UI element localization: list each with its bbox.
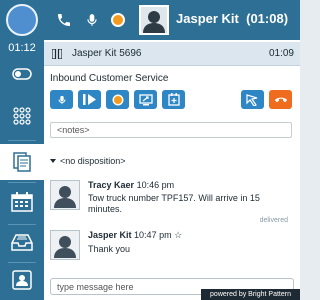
- powered-by-footer: powered by Bright Pattern: [201, 289, 300, 300]
- agent-name: Jasper Kit: [176, 11, 239, 26]
- message-time: 10:46 pm: [136, 180, 175, 190]
- dialpad-icon: [13, 107, 31, 125]
- sidebar-item-documents[interactable]: [0, 144, 44, 180]
- microphone-icon: [58, 95, 65, 104]
- agent-status-indicator[interactable]: [6, 4, 38, 36]
- hold-button[interactable]: [78, 90, 101, 109]
- sidebar-time: 01:12: [8, 42, 36, 54]
- sidebar-item-inbox[interactable]: [0, 224, 44, 260]
- sidebar-divider: [8, 140, 36, 141]
- transfer-button[interactable]: [241, 90, 264, 109]
- add-calendar-icon: [167, 93, 180, 106]
- chat-message: Jasper Kit 10:47 pm ☆ Thank you: [50, 230, 292, 264]
- message-text: Thank you: [88, 244, 131, 254]
- phone-icon[interactable]: [54, 10, 74, 30]
- hangup-icon: [274, 97, 287, 102]
- message-sender: Tracy Kaer: [88, 180, 135, 190]
- user-silhouette-icon: [143, 11, 165, 33]
- documents-icon: [13, 152, 31, 172]
- contact-card-icon: [12, 270, 32, 290]
- inbox-icon: [11, 234, 33, 251]
- service-queue: Inbound Customer Service: [50, 73, 169, 84]
- message-sender: Jasper Kit: [88, 230, 132, 240]
- sidebar-item-dialpad[interactable]: [0, 98, 44, 134]
- message-time: 10:47 pm: [134, 230, 172, 240]
- message-header: Jasper Kit 10:47 pm ☆: [88, 230, 292, 241]
- chat-message: Tracy Kaer 10:46 pm Tow truck number TPF…: [50, 180, 292, 226]
- message-body: Tracy Kaer 10:46 pm Tow truck number TPF…: [88, 180, 292, 215]
- message-header: Tracy Kaer 10:46 pm: [88, 180, 292, 190]
- notes-field[interactable]: <notes>: [50, 122, 292, 138]
- play-pause-icon: [83, 94, 96, 105]
- call-header: Jasper Kit 5696 01:09: [44, 42, 300, 66]
- call-duration: 01:09: [268, 48, 294, 59]
- top-bar: Jasper Kit (01:08): [0, 0, 300, 40]
- hangup-button[interactable]: [269, 90, 292, 109]
- screen-share-icon: [138, 93, 153, 105]
- record-button[interactable]: [106, 90, 129, 109]
- disposition-selector[interactable]: <no disposition>: [50, 156, 126, 166]
- disposition-label: <no disposition>: [60, 156, 126, 166]
- add-participant-button[interactable]: [162, 90, 185, 109]
- message-text: Tow truck number TPF157. Will arrive in …: [88, 193, 260, 214]
- record-icon: [112, 94, 123, 105]
- sidebar: 01:12: [0, 40, 44, 300]
- agent-timer: (01:08): [246, 11, 289, 26]
- hold-icon[interactable]: [52, 49, 62, 59]
- avatar: [50, 180, 80, 210]
- chevron-down-icon: [50, 159, 56, 163]
- record-icon[interactable]: [108, 10, 128, 30]
- call-title: Jasper Kit 5696: [72, 48, 142, 59]
- sidebar-item-contacts[interactable]: [0, 262, 44, 298]
- microphone-icon[interactable]: [82, 10, 102, 30]
- sidebar-item-toggle[interactable]: [0, 56, 44, 92]
- agent-name-timer: Jasper Kit (01:08): [176, 11, 288, 26]
- user-silhouette-icon: [54, 186, 76, 208]
- avatar: [50, 230, 80, 260]
- delivery-status: delivered: [259, 217, 288, 224]
- screen-share-button[interactable]: [134, 90, 157, 109]
- user-silhouette-icon: [54, 236, 76, 258]
- toggle-icon: [12, 68, 32, 80]
- transfer-icon: [246, 93, 258, 106]
- message-star[interactable]: ☆: [174, 230, 182, 240]
- sidebar-item-calendar[interactable]: [0, 184, 44, 220]
- mute-button[interactable]: [50, 90, 73, 109]
- agent-avatar[interactable]: [139, 5, 169, 35]
- interaction-panel: Jasper Kit 5696 01:09 Inbound Customer S…: [44, 40, 300, 300]
- calendar-icon: [11, 192, 33, 212]
- sidebar-divider: [8, 182, 36, 183]
- message-body: Jasper Kit 10:47 pm ☆ Thank you: [88, 230, 292, 255]
